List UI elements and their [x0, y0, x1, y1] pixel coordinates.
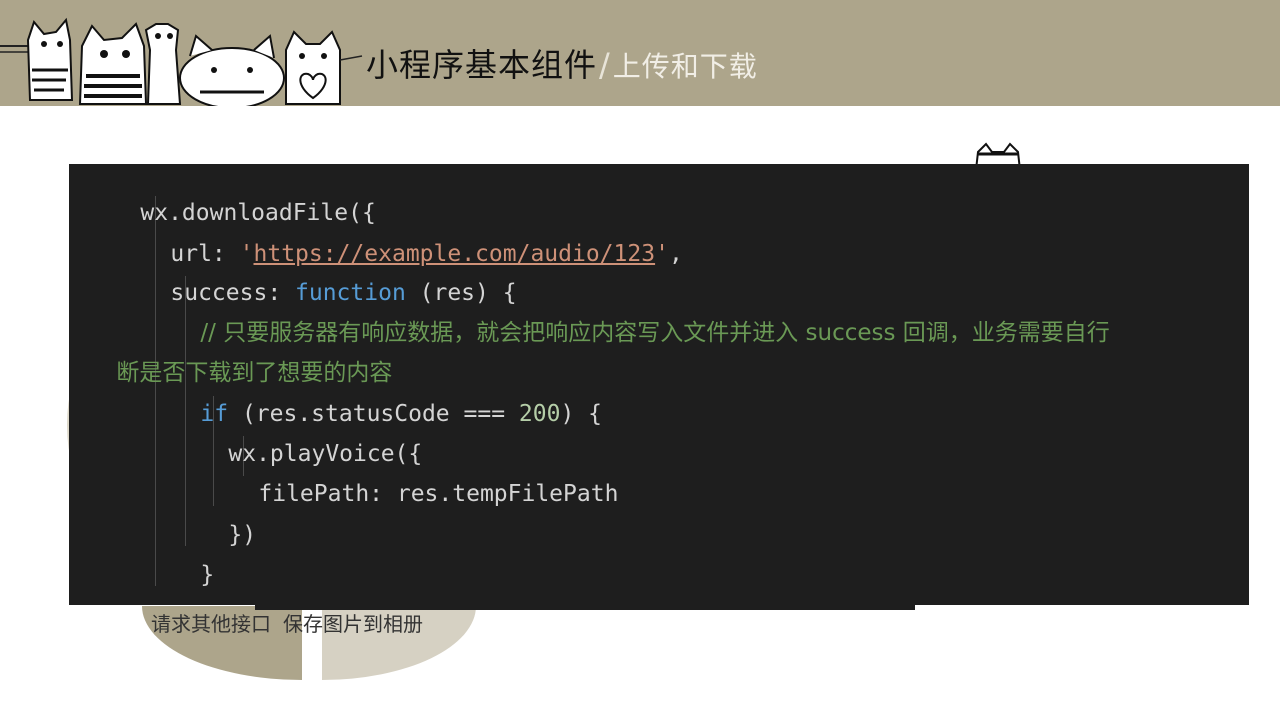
number-literal: 200	[518, 401, 561, 427]
code-text: filePath: res.tempFilePath	[258, 481, 619, 507]
code-text: ) {	[560, 401, 602, 427]
page-title: 小程序基本组件/上传和下载	[366, 40, 758, 86]
title-main-text: 小程序基本组件	[366, 46, 598, 84]
code-line: filePath: res.tempFilePath	[203, 434, 618, 507]
code-line: url: 'https://example.com/audio/123',	[115, 194, 682, 267]
code-text: })	[228, 522, 257, 548]
code-line: 断是否下载到了想要的内容	[69, 313, 392, 386]
title-separator: /	[599, 46, 611, 84]
code-line: }	[145, 515, 214, 588]
title-subtitle: 上传和下载	[612, 50, 758, 83]
code-text: ,	[668, 241, 683, 267]
code-line: success: function (res) {	[115, 233, 516, 306]
string-quote: '	[655, 241, 669, 267]
code-screenshot: wx.downloadFile({ url: 'https://example.…	[69, 164, 1249, 605]
caption-item: 请求其他接口	[151, 612, 271, 636]
code-text: }	[200, 562, 215, 588]
code-line: wx.downloadFile({	[85, 164, 375, 226]
code-line: }	[115, 556, 184, 605]
cartoon-cats-illustration	[0, 17, 363, 106]
code-line: })	[173, 475, 256, 548]
code-text: }	[170, 603, 184, 605]
caption-row: 请求其他接口 保存图片到相册	[151, 608, 435, 637]
caption-item: 保存图片到相册	[283, 612, 423, 636]
code-line: if (res.statusCode === 200) {	[145, 354, 602, 427]
code-line: // 只要服务器有响应数据，就会把响应内容写入文件并进入 success 回调，…	[145, 273, 1109, 346]
code-line: wx.playVoice({	[173, 394, 422, 467]
